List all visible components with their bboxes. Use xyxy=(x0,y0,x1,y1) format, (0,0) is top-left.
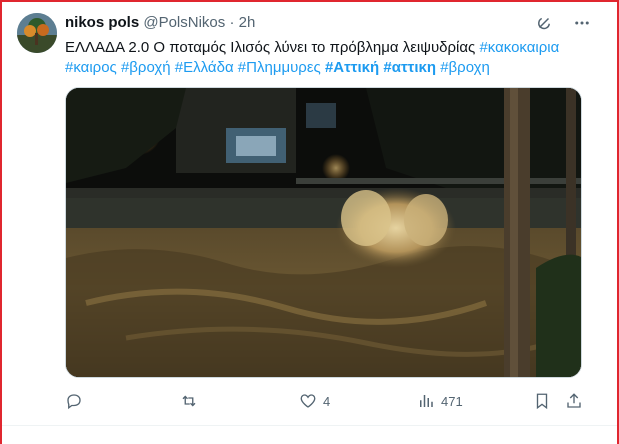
hashtag[interactable]: #κακοκαιρια xyxy=(479,39,559,56)
tweet-actions: 4 471 xyxy=(65,392,585,412)
tweet-main-text: ΕΛΛΑΔΑ 2.0 Ο ποταμός Ιλισός λύνει το πρό… xyxy=(65,39,476,56)
tweet-media-photo[interactable] xyxy=(65,87,582,378)
share-icon xyxy=(565,392,583,410)
heart-icon xyxy=(299,392,317,410)
header-separator: · xyxy=(229,14,235,31)
views-count: 471 xyxy=(441,393,463,409)
hashtag[interactable]: #καιρος xyxy=(65,59,117,76)
like-count: 4 xyxy=(323,393,331,409)
author-handle[interactable]: @PolsNikos xyxy=(143,14,225,31)
tweet-header: nikos pols @PolsNikos · 2h xyxy=(65,14,255,32)
reply-icon xyxy=(65,392,83,410)
bookmark-button[interactable] xyxy=(533,392,551,410)
views-button[interactable]: 471 xyxy=(417,392,463,410)
more-icon[interactable] xyxy=(573,14,591,32)
hashtag[interactable]: #Πλημμυρες xyxy=(238,59,321,76)
tweet[interactable]: nikos pols @PolsNikos · 2h ΕΛΛΑΔΑ 2.0 Ο … xyxy=(0,0,619,426)
avatar[interactable] xyxy=(17,13,57,53)
tweet-time[interactable]: 2h xyxy=(239,14,256,31)
hashtag[interactable]: #αττικη xyxy=(383,59,436,76)
hashtag[interactable]: #βροχή xyxy=(121,59,171,76)
share-button[interactable] xyxy=(565,392,583,410)
tweet-text: ΕΛΛΑΔΑ 2.0 Ο ποταμός Ιλισός λύνει το πρό… xyxy=(65,38,585,78)
tweet-divider xyxy=(2,425,617,426)
like-button[interactable]: 4 xyxy=(299,392,330,410)
retweet-button[interactable] xyxy=(179,392,205,410)
bookmark-icon xyxy=(533,392,551,410)
hashtag[interactable]: #βροχη xyxy=(440,59,490,76)
header-actions xyxy=(535,14,591,32)
reply-button[interactable] xyxy=(65,392,89,410)
hashtag[interactable]: #Ελλάδα xyxy=(175,59,234,76)
retweet-icon xyxy=(179,392,199,410)
views-icon xyxy=(417,392,435,410)
grok-icon[interactable] xyxy=(535,14,553,32)
author-name[interactable]: nikos pols xyxy=(65,14,139,31)
hashtag[interactable]: #Αττική xyxy=(325,59,379,76)
